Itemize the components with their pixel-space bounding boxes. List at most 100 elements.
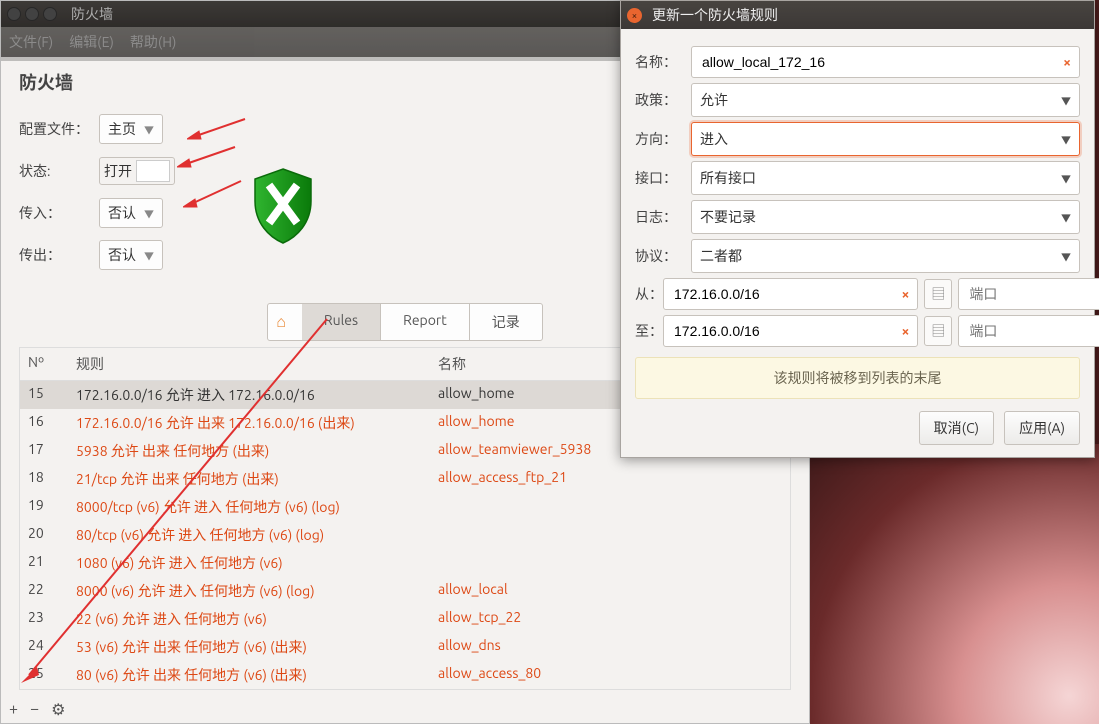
from-label: 从： [635,284,663,304]
table-row[interactable]: 2580 (v6) 允许 出来 任何地方 (v6) (出来)allow_acce… [20,661,790,689]
log-combo[interactable]: 不要记录 ▼ [691,200,1080,234]
log-label: 日志： [635,207,691,227]
table-row[interactable]: 2080/tcp (v6) 允许 进入 任何地方 (v6) (log) [20,521,790,549]
name-label: 名称： [635,52,691,72]
add-button[interactable]: + [9,700,18,719]
update-rule-dialog: × 更新一个防火墙规则 名称： × 政策： 允许 ▼ 方向： 进入 ▼ 接口： [620,0,1095,458]
clear-icon[interactable]: × [902,323,910,339]
chevron-down-icon: ▼ [1061,210,1071,225]
cell-no: 21 [20,553,68,573]
status-value: 打开 [104,161,132,181]
table-row[interactable]: 198000/tcp (v6) 允许 进入 任何地方 (v6) (log) [20,493,790,521]
proto-value: 二者都 [700,246,742,266]
menu-file[interactable]: 文件(F) [9,32,53,52]
name-input[interactable] [700,53,1063,71]
outgoing-combo[interactable]: 否认 ▼ [99,240,163,270]
to-port-input[interactable] [967,322,1099,340]
cell-name: allow_local [430,581,790,601]
table-row[interactable]: 2453 (v6) 允许 出来 任何地方 (v6) (出来)allow_dns [20,633,790,661]
log-value: 不要记录 [700,207,756,227]
tab-report[interactable]: Report [381,304,470,340]
table-row[interactable]: 1821/tcp 允许 出来 任何地方 (出来)allow_access_ftp… [20,465,790,493]
maximize-icon[interactable] [43,7,57,21]
outgoing-label: 传出： [19,245,99,265]
dialog-title: 更新一个防火墙规则 [652,5,778,25]
cell-rule: 53 (v6) 允许 出来 任何地方 (v6) (出来) [68,637,430,657]
name-field[interactable]: × [691,46,1080,78]
close-icon[interactable]: × [627,8,642,23]
dialog-titlebar: × 更新一个防火墙规则 [621,1,1094,29]
cell-rule: 172.16.0.0/16 允许 出来 172.16.0.0/16 (出来) [68,413,430,433]
cell-name: allow_tcp_22 [430,609,790,629]
table-row[interactable]: 2322 (v6) 允许 进入 任何地方 (v6)allow_tcp_22 [20,605,790,633]
cell-no: 16 [20,413,68,433]
iface-label: 接口： [635,168,691,188]
cell-name: allow_access_ftp_21 [430,469,790,489]
menu-help[interactable]: 帮助(H) [130,32,177,52]
cell-name [430,553,790,573]
direction-value: 进入 [700,129,728,149]
clear-icon[interactable]: × [1063,54,1071,70]
settings-icon[interactable]: ⚙ [51,700,65,719]
cell-rule: 8000/tcp (v6) 允许 进入 任何地方 (v6) (log) [68,497,430,517]
from-port-field[interactable]: × [958,278,1099,310]
cell-name: allow_access_80 [430,665,790,685]
chevron-down-icon: ▼ [144,122,154,137]
table-row[interactable]: 211080 (v6) 允许 进入 任何地方 (v6) [20,549,790,577]
cell-name [430,497,790,517]
tab-log[interactable]: 记录 [470,304,542,340]
close-icon[interactable] [7,7,21,21]
home-icon[interactable]: ⌂ [268,313,294,332]
browse-button[interactable]: ▤ [924,279,952,309]
menu-edit[interactable]: 编辑(E) [69,32,114,52]
status-switch[interactable]: 打开 [99,157,175,185]
from-ip-input[interactable] [672,285,902,303]
clear-icon[interactable]: × [902,286,910,302]
proto-label: 协议： [635,246,691,266]
to-port-field[interactable]: × [958,315,1099,347]
browse-button[interactable]: ▤ [924,316,952,346]
table-row[interactable]: 228000 (v6) 允许 进入 任何地方 (v6) (log)allow_l… [20,577,790,605]
cell-rule: 21/tcp 允许 出来 任何地方 (出来) [68,469,430,489]
direction-combo[interactable]: 进入 ▼ [691,122,1080,156]
profile-label: 配置文件： [19,119,99,139]
cell-no: 19 [20,497,68,517]
profile-combo[interactable]: 主页 ▼ [99,114,163,144]
apply-button[interactable]: 应用(A) [1004,411,1080,445]
minimize-icon[interactable] [25,7,39,21]
policy-value: 允许 [700,90,728,110]
to-ip-field[interactable]: × [663,315,918,347]
bottom-toolbar: + − ⚙ [9,700,65,719]
chevron-down-icon: ▼ [144,248,154,263]
cell-name: allow_dns [430,637,790,657]
policy-label: 政策： [635,90,691,110]
cancel-button[interactable]: 取消(C) [919,411,994,445]
cell-rule: 1080 (v6) 允许 进入 任何地方 (v6) [68,553,430,573]
tab-rules[interactable]: Rules [302,304,381,340]
chevron-down-icon: ▼ [1061,249,1071,264]
iface-value: 所有接口 [700,168,756,188]
cell-rule: 5938 允许 出来 任何地方 (出来) [68,441,430,461]
from-ip-field[interactable]: × [663,278,918,310]
cell-rule: 22 (v6) 允许 进入 任何地方 (v6) [68,609,430,629]
tabs: ⌂ Rules Report 记录 [267,303,543,341]
col-no[interactable]: Nº [20,348,68,380]
cell-no: 17 [20,441,68,461]
cell-rule: 8000 (v6) 允许 进入 任何地方 (v6) (log) [68,581,430,601]
iface-combo[interactable]: 所有接口 ▼ [691,161,1080,195]
chevron-down-icon: ▼ [144,206,154,221]
col-rule[interactable]: 规则 [68,348,430,380]
from-port-input[interactable] [967,285,1099,303]
proto-combo[interactable]: 二者都 ▼ [691,239,1080,273]
cell-no: 18 [20,469,68,489]
cell-rule: 172.16.0.0/16 允许 进入 172.16.0.0/16 [68,385,430,405]
cell-no: 23 [20,609,68,629]
remove-button[interactable]: − [30,700,39,719]
window-title: 防火墙 [71,4,113,24]
cell-no: 24 [20,637,68,657]
incoming-label: 传入： [19,203,99,223]
incoming-combo[interactable]: 否认 ▼ [99,198,163,228]
status-label: 状态: [19,161,99,181]
to-ip-input[interactable] [672,322,902,340]
policy-combo[interactable]: 允许 ▼ [691,83,1080,117]
